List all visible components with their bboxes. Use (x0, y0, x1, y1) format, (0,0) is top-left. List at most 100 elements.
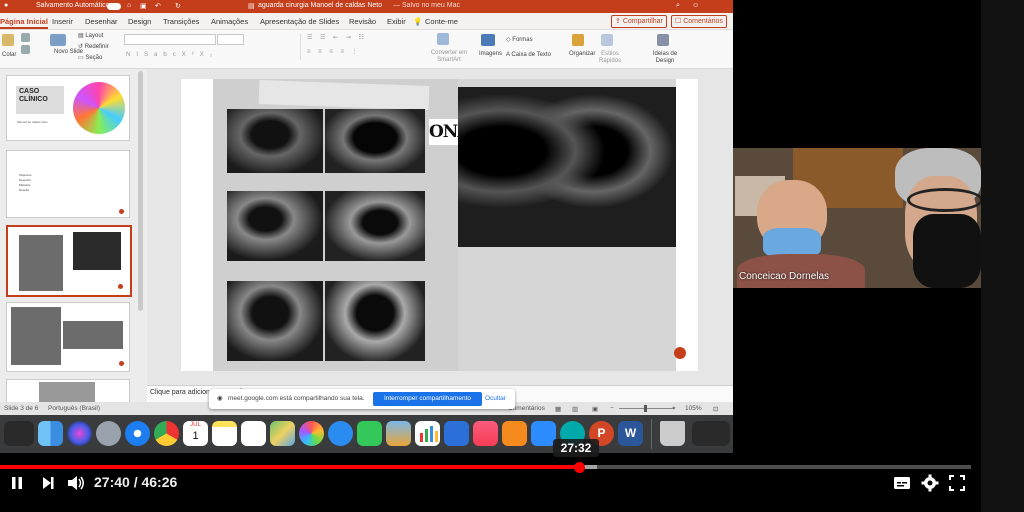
copy-icon[interactable] (21, 45, 30, 54)
slide-thumbnail-2[interactable]: Objetivos Desenho Métodos Results (6, 150, 130, 218)
search-icon[interactable]: ⌕ (676, 2, 680, 10)
notes-icon[interactable] (212, 421, 237, 446)
font-size-select[interactable] (217, 34, 244, 45)
fullscreen-icon[interactable] (949, 475, 965, 491)
shapes-button[interactable]: ◇ Formas (506, 36, 533, 43)
next-icon[interactable] (40, 475, 56, 491)
tab-insert[interactable]: Inserir (52, 17, 73, 26)
layout-button[interactable]: ▤ Layout (78, 32, 103, 39)
slide-thumbnail-1[interactable]: CASO CLÍNICO Manoel de caldas Neto (6, 75, 130, 141)
books-icon[interactable] (502, 421, 527, 446)
zoom-in-icon[interactable]: + (672, 405, 676, 412)
fit-slide-icon[interactable]: ⊡ (713, 405, 718, 413)
finder-icon[interactable] (38, 421, 63, 446)
superscript-button[interactable]: X² (182, 52, 200, 58)
launchpad-icon[interactable] (96, 421, 121, 446)
subtitles-icon[interactable] (893, 476, 911, 490)
tab-draw[interactable]: Desenhar (85, 17, 118, 26)
slide-thumbnail-4[interactable] (6, 302, 130, 372)
zoom-slider-thumb[interactable] (644, 405, 647, 412)
tab-home[interactable]: Página Inicial (0, 17, 48, 29)
chrome-icon[interactable] (154, 421, 179, 446)
slide-thumbnail-3-selected[interactable] (6, 225, 132, 297)
document-icon: ▤ (248, 3, 255, 10)
tab-view[interactable]: Exibir (387, 17, 406, 26)
preview-icon[interactable] (386, 421, 411, 446)
share-button[interactable]: ⇪ Compartilhar (611, 15, 667, 28)
participant-video-tile[interactable]: Conceicao Dornelas (733, 148, 981, 288)
desktop-fragment (692, 421, 730, 446)
home-icon[interactable]: ⌂ (127, 2, 131, 9)
save-icon[interactable]: ▣ (140, 2, 147, 10)
calendar-icon[interactable]: JUL 1 (183, 421, 208, 446)
keynote-icon[interactable] (444, 421, 469, 446)
settings-gear-icon[interactable] (921, 474, 939, 492)
undo-icon[interactable]: ↶ (155, 2, 161, 10)
music-icon[interactable] (473, 421, 498, 446)
tab-design[interactable]: Design (128, 17, 151, 26)
align-buttons[interactable]: ≡ ≡ ≡ ≡ ⋮ (307, 48, 361, 55)
font-format-buttons[interactable]: NISabcX²X₂ (126, 52, 218, 58)
redo-icon[interactable]: ↻ (175, 2, 181, 10)
tab-review[interactable]: Revisão (349, 17, 376, 26)
zoom-out-icon[interactable]: − (610, 405, 614, 412)
calendar-month: JUL (190, 422, 201, 428)
cut-icon[interactable] (21, 33, 30, 42)
zoom-slider[interactable] (619, 408, 675, 409)
slide-thumbnail-panel[interactable]: CASO CLÍNICO Manoel de caldas Neto Objet… (0, 69, 147, 407)
hide-banner-button[interactable]: Ocultar (485, 392, 506, 406)
comments-button[interactable]: ☐ Comentários (671, 15, 727, 28)
account-icon[interactable]: ☺ (692, 2, 699, 9)
thumb-subtitle: Manoel de caldas Neto (17, 120, 48, 124)
list-buttons[interactable]: ☰ ☰ ⇤ ⇥ ☷ (307, 34, 367, 41)
arrange-icon[interactable] (572, 34, 584, 46)
ultrasound-frame-1 (227, 109, 323, 173)
trash-icon[interactable] (660, 421, 685, 446)
autosave-label: Salvamento Automático (36, 2, 110, 9)
quick-styles-icon[interactable] (601, 34, 613, 46)
strikethrough-button[interactable]: abc (154, 52, 182, 58)
images-icon[interactable] (481, 34, 495, 46)
facetime-icon[interactable] (357, 421, 382, 446)
current-time: 27:40 (94, 474, 130, 490)
maps-icon[interactable] (270, 421, 295, 446)
word-icon[interactable]: W (618, 421, 643, 446)
bold-button[interactable]: N (126, 52, 136, 58)
current-slide[interactable]: ONA (181, 79, 698, 371)
reminders-icon[interactable] (241, 421, 266, 446)
new-slide-icon[interactable] (50, 34, 66, 46)
textbox-button[interactable]: A Caixa de Texto (506, 52, 551, 58)
reset-button[interactable]: ↺ Redefinir (78, 43, 109, 50)
normal-view-icon[interactable]: ▦ (555, 405, 561, 413)
reading-view-icon[interactable]: ▣ (592, 405, 598, 413)
volume-icon[interactable] (66, 474, 86, 492)
smartart-icon[interactable] (437, 33, 449, 45)
tab-slideshow[interactable]: Apresentação de Slides (260, 17, 339, 26)
italic-button[interactable]: I (136, 52, 144, 58)
font-name-select[interactable] (124, 34, 216, 45)
design-ideas-icon[interactable] (657, 34, 669, 46)
subscript-button[interactable]: X₂ (200, 52, 218, 58)
siri-icon[interactable] (67, 421, 92, 446)
paste-icon[interactable] (2, 34, 14, 46)
sorter-view-icon[interactable]: ▥ (572, 405, 578, 413)
tab-transitions[interactable]: Transições (163, 17, 199, 26)
zoom-level[interactable]: 105% (685, 405, 702, 412)
progress-scrubber[interactable] (574, 462, 585, 473)
safari-icon[interactable] (125, 421, 150, 446)
section-button[interactable]: ▭ Seção (78, 54, 102, 61)
messages-icon[interactable] (328, 421, 353, 446)
numbers-icon[interactable] (415, 421, 440, 446)
pause-icon[interactable] (9, 475, 25, 491)
underline-button[interactable]: S (144, 52, 154, 58)
thumbnail-scrollbar[interactable] (138, 71, 143, 311)
tab-animations[interactable]: Animações (211, 17, 248, 26)
stop-sharing-button[interactable]: Interromper compartilhamento (373, 392, 482, 406)
close-dot-icon[interactable]: ● (4, 2, 8, 9)
thumb-ultrasound-grid (11, 307, 61, 365)
photos-icon[interactable] (299, 421, 324, 446)
share-icon: ⇪ (615, 18, 623, 25)
autosave-toggle[interactable] (107, 3, 121, 10)
tell-me[interactable]: Conte-me (425, 17, 458, 26)
language-indicator[interactable]: Português (Brasil) (48, 405, 100, 412)
